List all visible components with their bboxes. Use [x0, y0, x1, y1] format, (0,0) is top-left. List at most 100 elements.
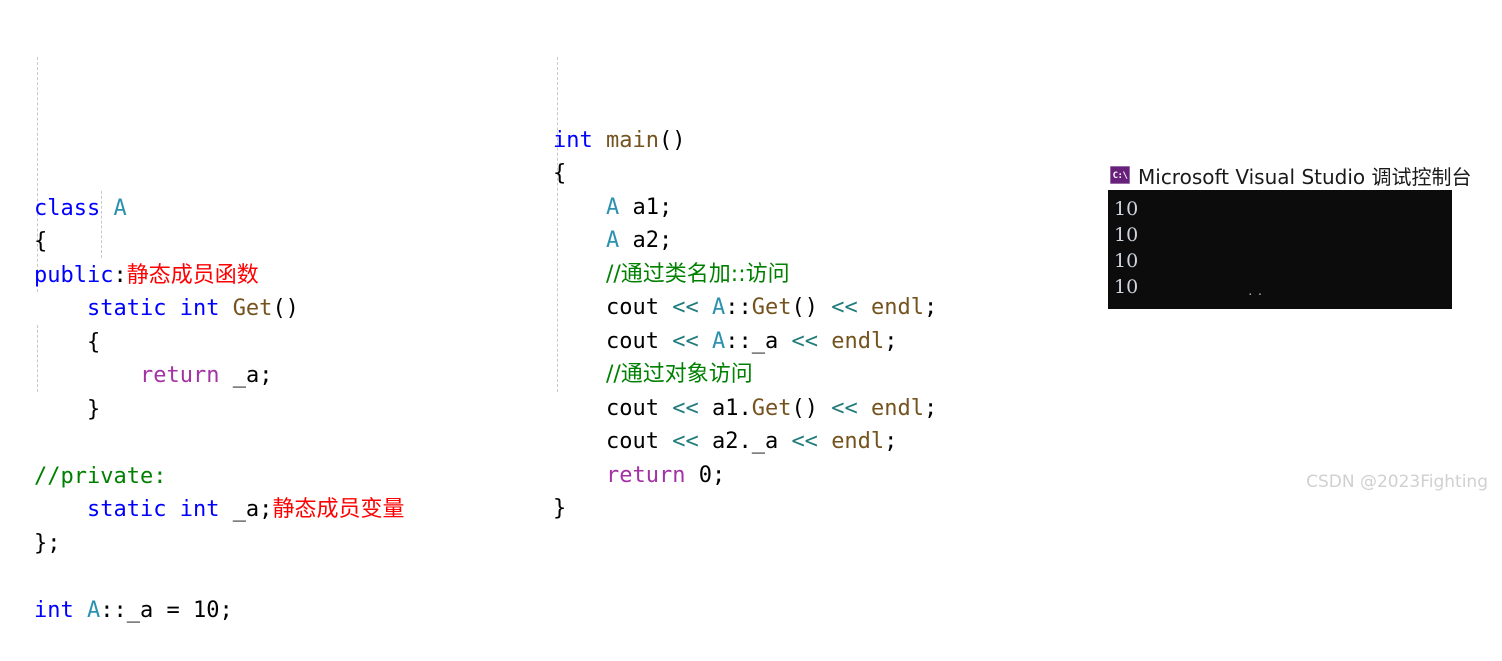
- code-line: return _a;: [34, 359, 404, 393]
- code-line: cout << A::_a << endl;: [553, 325, 937, 359]
- code-token: <<: [672, 328, 699, 354]
- code-token: <<: [791, 429, 818, 454]
- code-line: public:静态成员函数: [34, 259, 404, 293]
- code-token: cout: [553, 328, 673, 354]
- code-line: static int _a;静态成员变量: [34, 493, 404, 527]
- console-titlebar: C:\ Microsoft Visual Studio 调试控制台: [1108, 160, 1472, 190]
- code-token: <<: [672, 295, 699, 320]
- code-token: cout: [553, 395, 673, 421]
- code-token: A: [113, 195, 127, 221]
- code-token: Get: [751, 295, 792, 320]
- code-token: public: [34, 262, 114, 288]
- code-token: 静态成员函数: [126, 262, 259, 288]
- console-output-line: 10: [1114, 224, 1139, 246]
- code-token: cout: [553, 295, 673, 320]
- code-token: ::_a: [725, 328, 792, 354]
- code-token: //private:: [34, 463, 167, 489]
- code-token: Get: [232, 296, 273, 321]
- code-token: //通过类名加::访问: [605, 261, 790, 287]
- code-line: };: [34, 527, 404, 561]
- code-line: }: [34, 393, 404, 427]
- console-artifact: ··: [1247, 288, 1267, 301]
- code-line: A a2;: [553, 224, 937, 258]
- code-line: cout << a2._a << endl;: [553, 425, 937, 459]
- code-line: {: [34, 326, 404, 360]
- code-token: (): [272, 296, 299, 321]
- code-token: A: [711, 328, 726, 354]
- code-token: int: [34, 597, 87, 623]
- code-token: A: [605, 194, 620, 220]
- code-line: A a1;: [553, 191, 937, 225]
- code-token: class: [34, 195, 114, 221]
- code-token: A: [711, 295, 726, 320]
- code-token: static int: [86, 497, 233, 522]
- code-line: //通过类名加::访问: [553, 258, 937, 292]
- left-code-block: class A {public:静态成员函数 static int Get() {…: [34, 24, 404, 661]
- code-token: ;: [884, 429, 898, 454]
- code-token: a1.: [698, 395, 752, 421]
- code-token: (): [791, 395, 832, 421]
- code-line: class A: [34, 192, 404, 226]
- code-token: endl: [831, 429, 885, 454]
- code-token: {: [34, 329, 101, 355]
- code-line: cout << A::Get() << endl;: [553, 291, 937, 325]
- code-token: 静态成员变量: [272, 497, 405, 522]
- code-token: <<: [791, 328, 818, 354]
- code-token: _a;: [232, 497, 273, 522]
- code-token: _a;: [219, 363, 273, 388]
- code-token: :: [113, 262, 127, 288]
- code-token: static int: [86, 296, 233, 321]
- code-token: a1;: [619, 194, 673, 220]
- console-output-area[interactable]: 10 10 10 10: [1108, 190, 1452, 309]
- code-token: A: [86, 597, 101, 623]
- code-line: return 0;: [553, 459, 937, 493]
- code-token: }: [34, 396, 101, 422]
- code-token: return: [139, 363, 220, 388]
- code-token: <<: [672, 429, 699, 454]
- code-line: //通过对象访问: [553, 358, 937, 392]
- code-line: //private:: [34, 460, 404, 494]
- console-output-line: 10: [1114, 198, 1139, 220]
- code-token: <<: [672, 395, 699, 421]
- code-line: static int Get(): [34, 292, 404, 326]
- code-token: <<: [831, 295, 858, 320]
- code-token: Get: [751, 395, 792, 421]
- code-token: endl: [870, 295, 924, 320]
- code-token: };: [34, 530, 61, 556]
- left-code-lines: class A {public:静态成员函数 static int Get() {…: [34, 192, 404, 628]
- console-output-line: 10: [1114, 250, 1139, 272]
- code-token: A: [605, 228, 620, 253]
- code-token: }: [553, 496, 567, 521]
- code-line: cout << a1.Get() << endl;: [553, 392, 937, 426]
- code-token: main: [605, 127, 659, 153]
- code-token: return: [605, 462, 686, 488]
- code-token: endl: [831, 328, 885, 354]
- code-token: 0;: [685, 462, 726, 488]
- code-line: {: [553, 157, 937, 191]
- code-token: cout: [553, 429, 673, 454]
- code-line: int main(): [553, 124, 937, 158]
- code-token: a2;: [619, 228, 673, 253]
- code-token: (): [791, 295, 832, 320]
- code-token: ;: [923, 295, 938, 320]
- code-token: <<: [831, 395, 858, 421]
- code-line: }: [553, 492, 937, 526]
- debug-console-window[interactable]: C:\ Microsoft Visual Studio 调试控制台 10 10 10…: [1108, 160, 1472, 309]
- code-line: int A::_a = 10;: [34, 594, 404, 628]
- code-token: (): [658, 127, 686, 153]
- code-token: ::: [725, 295, 752, 320]
- console-title: Microsoft Visual Studio 调试控制台: [1138, 164, 1472, 189]
- console-output-line: 10: [1114, 276, 1139, 298]
